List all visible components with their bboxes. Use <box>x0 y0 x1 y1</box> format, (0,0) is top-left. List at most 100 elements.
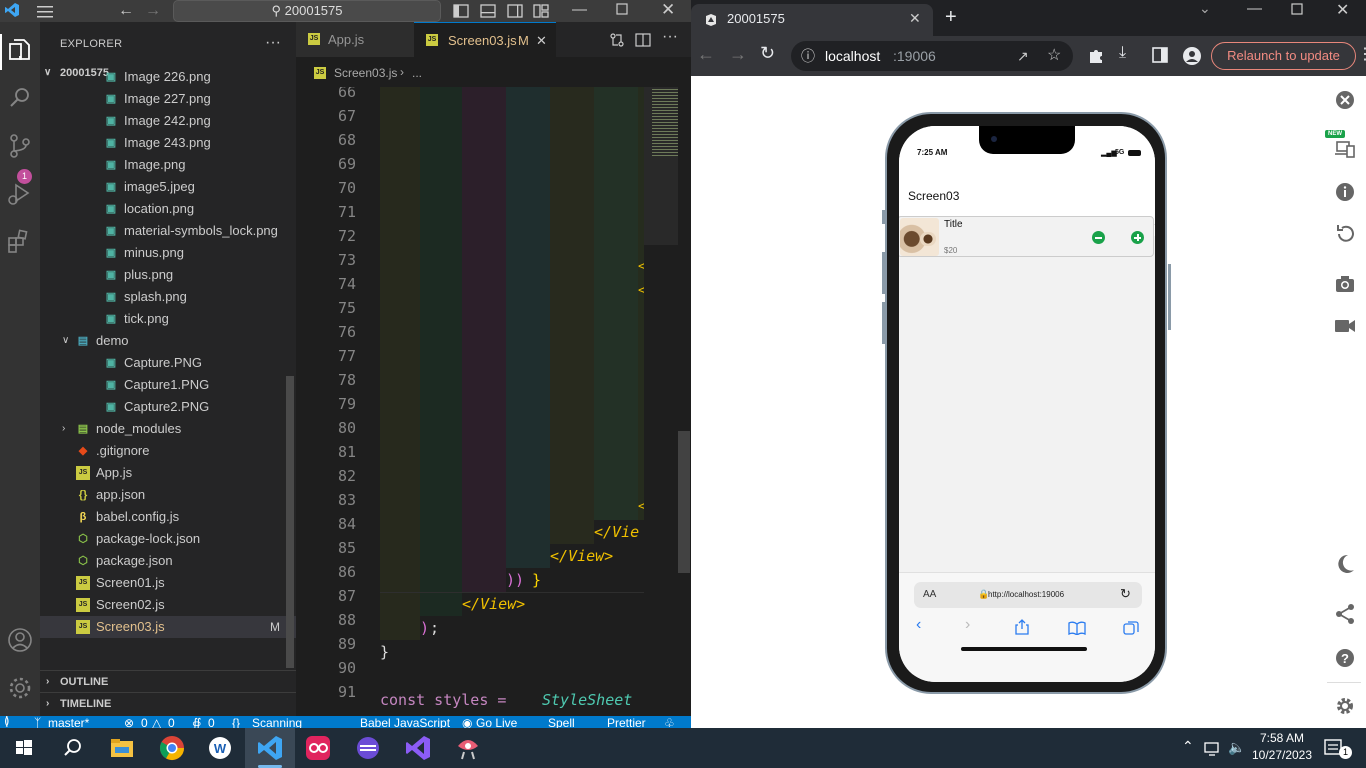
spell-check[interactable]: Spell <box>548 716 575 728</box>
tab-search-icon[interactable]: ⌄ <box>1199 0 1211 17</box>
app-icon[interactable] <box>452 732 484 764</box>
tree-file[interactable]: ▣ tick.png <box>40 308 296 330</box>
chrome-icon[interactable] <box>156 732 188 764</box>
ports-count[interactable]: 0 <box>208 716 215 728</box>
remote-icon[interactable]: ≬ <box>4 716 10 728</box>
minimize-icon[interactable]: — <box>572 1 587 18</box>
tree-file[interactable]: ◆ .gitignore <box>40 440 296 462</box>
tab-app-js[interactable]: JS App.js <box>296 22 414 57</box>
safari-forward-icon[interactable]: › <box>965 616 970 634</box>
windows-start-icon[interactable] <box>8 732 40 764</box>
tree-file[interactable]: ▣ location.png <box>40 198 296 220</box>
relaunch-button[interactable]: Relaunch to update <box>1211 42 1356 70</box>
volume-muted-icon[interactable]: 🔈 <box>1228 739 1245 756</box>
breadcrumb-more[interactable]: ... <box>412 66 422 80</box>
info-icon[interactable] <box>1333 180 1357 204</box>
devices-icon[interactable] <box>1333 136 1357 160</box>
chrome-menu-icon[interactable]: ⋮ <box>1357 44 1366 64</box>
minus-button[interactable] <box>1092 231 1105 244</box>
tree-file[interactable]: ▣ Capture2.PNG <box>40 396 296 418</box>
safari-reload-icon[interactable]: ↻ <box>1120 586 1131 602</box>
tree-file[interactable]: ▣ image5.jpeg <box>40 176 296 198</box>
tree-file[interactable]: ▣ Capture1.PNG <box>40 374 296 396</box>
safari-address-bar[interactable]: AA 🔒 http://localhost:19006 ↻ <box>914 582 1142 608</box>
language-mode[interactable]: Babel JavaScript <box>360 716 450 728</box>
source-control-icon[interactable] <box>4 130 36 162</box>
compare-icon[interactable] <box>609 32 625 48</box>
minimize-icon[interactable]: — <box>1247 0 1262 17</box>
code-editor[interactable]: 66 67 68 69 70 71 72 73 74 75 76 77 78 79 80 81 82 83 84 85… <box>296 87 691 716</box>
timeline-section[interactable]: › TIMELINE <box>40 692 296 714</box>
tree-file[interactable]: JS Screen03.js M <box>40 616 296 638</box>
search-icon[interactable] <box>56 732 88 764</box>
share-icon[interactable]: ↗ <box>1017 41 1029 71</box>
toggle-primary-sidebar-icon[interactable] <box>453 3 469 19</box>
close-tab-icon[interactable]: ✕ <box>536 23 547 58</box>
toggle-secondary-sidebar-icon[interactable] <box>507 3 523 19</box>
explorer-icon[interactable] <box>4 34 36 66</box>
extensions-puzzle-icon[interactable] <box>1087 46 1105 64</box>
back-arrow-icon[interactable]: ← <box>118 2 134 20</box>
safari-bookmarks-icon[interactable] <box>1068 621 1086 635</box>
search-icon[interactable] <box>4 82 36 114</box>
customize-layout-icon[interactable] <box>533 3 549 19</box>
browser-tab[interactable]: 20001575 ✕ <box>691 4 933 36</box>
download-icon[interactable]: ⤓ <box>1119 44 1126 62</box>
settings-gear-icon[interactable] <box>4 672 36 704</box>
command-center-search[interactable]: ⚲ 20001575 <box>173 0 441 22</box>
rotate-icon[interactable] <box>1333 222 1357 246</box>
bookmark-star-icon[interactable]: ☆ <box>1047 41 1061 71</box>
tree-file[interactable]: {} app.json <box>40 484 296 506</box>
taskbar-time[interactable]: 7:58 AM <box>1253 731 1311 745</box>
run-debug-icon[interactable] <box>4 178 36 210</box>
tree-file[interactable]: JS App.js <box>40 462 296 484</box>
maximize-icon[interactable] <box>616 3 628 15</box>
tree-file[interactable]: ▣ Image 243.png <box>40 132 296 154</box>
safari-back-icon[interactable]: ‹ <box>916 616 921 634</box>
tree-file[interactable]: ▣ splash.png <box>40 286 296 308</box>
forward-arrow-icon[interactable]: → <box>145 2 161 20</box>
go-live[interactable]: Go Live <box>476 716 517 728</box>
minimap-slider[interactable] <box>644 87 678 245</box>
close-window-icon[interactable]: ✕ <box>661 0 675 20</box>
prettier[interactable]: Prettier <box>607 716 646 728</box>
breadcrumb-file[interactable]: Screen03.js <box>334 66 397 80</box>
camera-icon[interactable] <box>1333 272 1357 296</box>
tree-file[interactable]: ▣ Image.png <box>40 154 296 176</box>
tree-file[interactable]: ▣ Capture.PNG <box>40 352 296 374</box>
tree-file[interactable]: ⬡ package.json <box>40 550 296 572</box>
notifications-bell-icon[interactable]: ♧ <box>664 716 675 728</box>
accounts-icon[interactable] <box>4 624 36 656</box>
tree-folder[interactable]: ∨ ▤ demo <box>40 330 296 352</box>
minimap[interactable] <box>644 87 691 716</box>
taskbar-date[interactable]: 10/27/2023 <box>1249 748 1315 762</box>
close-window-icon[interactable]: ✕ <box>1336 0 1349 20</box>
forward-arrow-icon[interactable]: → <box>729 44 747 65</box>
visual-studio-icon[interactable] <box>402 732 434 764</box>
safari-tabs-icon[interactable] <box>1123 620 1139 636</box>
new-tab-icon[interactable]: + <box>945 6 957 29</box>
outline-section[interactable]: › OUTLINE <box>40 670 296 692</box>
reload-icon[interactable]: ↻ <box>760 43 775 64</box>
extensions-icon[interactable] <box>4 226 36 258</box>
back-arrow-icon[interactable]: ← <box>697 44 715 65</box>
maximize-icon[interactable] <box>1291 3 1303 15</box>
tree-file[interactable]: β babel.config.js <box>40 506 296 528</box>
video-camera-icon[interactable] <box>1333 314 1357 338</box>
more-actions-icon[interactable]: ··· <box>265 34 281 52</box>
tree-file[interactable]: ▣ Image 242.png <box>40 110 296 132</box>
tree-file[interactable]: ▣ minus.png <box>40 242 296 264</box>
toggle-panel-icon[interactable] <box>480 3 496 19</box>
network-icon[interactable] <box>1204 740 1222 756</box>
safari-share-icon[interactable] <box>1015 619 1029 635</box>
file-explorer-icon[interactable] <box>106 732 138 764</box>
app-icon[interactable] <box>302 732 334 764</box>
close-circle-icon[interactable] <box>1333 88 1357 112</box>
plus-button[interactable] <box>1131 231 1144 244</box>
vscode-icon[interactable] <box>254 732 286 764</box>
site-info-icon[interactable]: ⓘ <box>801 41 815 71</box>
editor-scrollbar[interactable] <box>678 431 690 573</box>
scanning-status[interactable]: Scanning <box>252 716 302 728</box>
tree-file[interactable]: JS Screen02.js <box>40 594 296 616</box>
error-count[interactable]: 0 <box>141 716 148 728</box>
